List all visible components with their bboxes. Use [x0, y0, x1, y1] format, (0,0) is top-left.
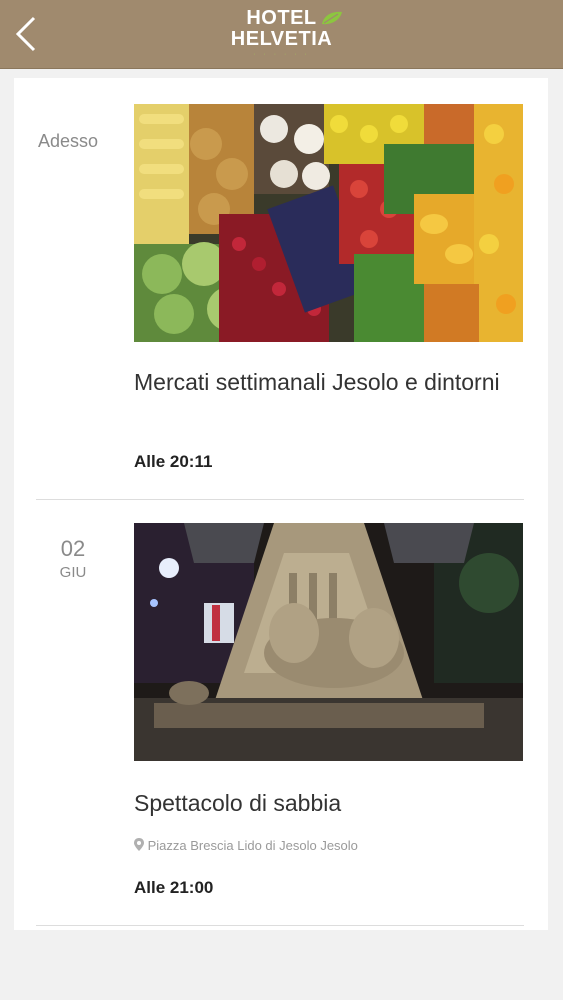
- event-date: 02 GIU: [38, 536, 108, 581]
- leaf-icon: [322, 11, 342, 25]
- event-image-sand[interactable]: [134, 523, 523, 761]
- divider: [36, 499, 524, 500]
- logo-line1: HOTEL: [246, 7, 317, 29]
- fruit-vegetable-market-photo: [134, 104, 523, 342]
- sand-sculpture-photo: [134, 523, 523, 761]
- event-location-text: Piazza Brescia Lido di Jesolo Jesolo: [147, 838, 358, 853]
- divider: [36, 925, 524, 926]
- event-location[interactable]: Piazza Brescia Lido di Jesolo Jesolo: [134, 838, 358, 853]
- map-pin-icon: [134, 838, 144, 851]
- event-title[interactable]: Mercati settimanali Jesolo e dintorni: [134, 366, 514, 398]
- event-title[interactable]: Spettacolo di sabbia: [134, 787, 514, 819]
- event-time: Alle 20:11: [134, 452, 213, 471]
- events-list: Adesso Mercati settimanali Jesolo e dint…: [14, 78, 548, 930]
- event-date-label: Adesso: [38, 131, 99, 151]
- hotel-logo[interactable]: HOTEL HELVETIA · · · · · ·: [0, 8, 563, 58]
- event-time: Alle 21:00: [134, 878, 214, 897]
- event-date-day: 02: [60, 536, 86, 561]
- event-date-month: GIU: [59, 564, 87, 581]
- logo-tagline: · · · · · ·: [253, 51, 310, 58]
- event-image-market[interactable]: [134, 104, 523, 342]
- app-header: HOTEL HELVETIA · · · · · ·: [0, 0, 563, 69]
- logo-line2: HELVETIA: [230, 28, 333, 50]
